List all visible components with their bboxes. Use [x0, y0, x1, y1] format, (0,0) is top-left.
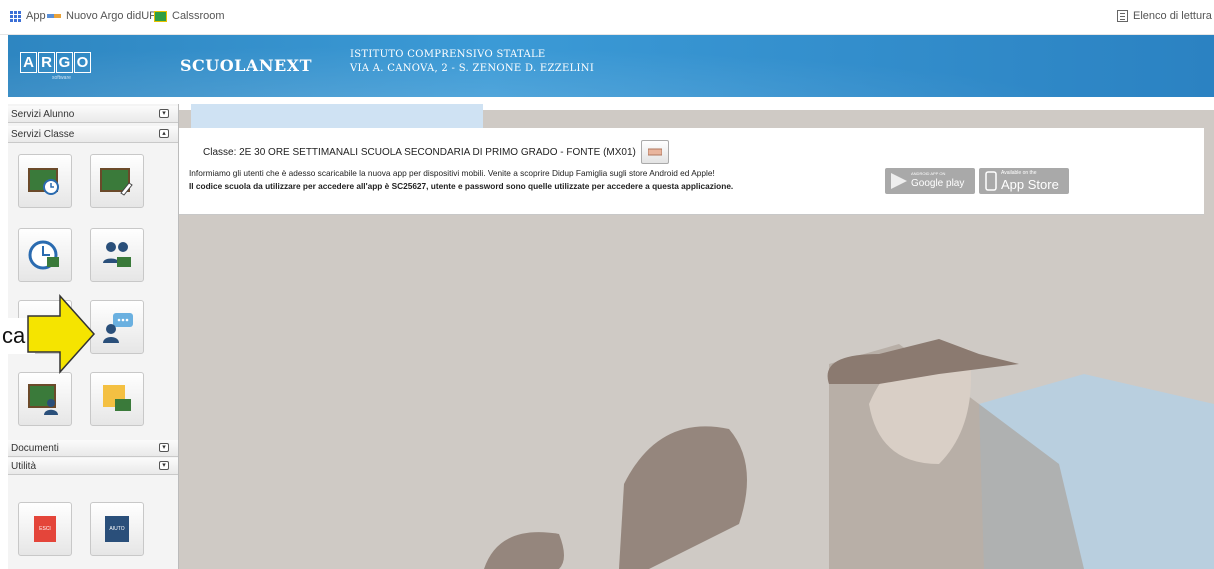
school-code-line: Il codice scuola da utilizzare per acced… — [189, 181, 734, 191]
exit-button: ESCI — [34, 516, 56, 542]
expand-icon[interactable]: ▾ — [159, 461, 169, 470]
school-info: ISTITUTO COMPRENSIVO STATALE VIA A. CANO… — [350, 48, 594, 76]
registro-valutazioni-tile[interactable] — [90, 154, 144, 208]
apps-grid-icon — [10, 10, 21, 22]
help-tile[interactable]: AIUTO — [90, 502, 144, 556]
orario-tile[interactable] — [18, 228, 72, 282]
logo-letter: R — [38, 52, 55, 73]
product-name: SCUOLANEXT — [180, 56, 312, 75]
expand-icon[interactable]: ▾ — [159, 443, 169, 452]
section-label: Documenti — [11, 442, 59, 454]
argo-bookmark-icon — [47, 14, 61, 18]
argo-logo: A R G O — [20, 52, 91, 73]
section-servizi-classe[interactable]: Servizi Classe ▴ — [8, 126, 178, 143]
bookmark-apps-label: App — [26, 10, 46, 22]
google-play-small: ANDROID APP ON — [911, 171, 946, 176]
alunni-tile[interactable] — [90, 228, 144, 282]
class-label: Classe: 2E 30 ORE SETTIMANALI SCUOLA SEC… — [203, 146, 636, 158]
phone-icon — [985, 171, 997, 191]
bacheca-tile[interactable] — [90, 300, 144, 354]
exit-tile[interactable]: ESCI — [18, 502, 72, 556]
logo-subtitle: software — [52, 75, 71, 81]
bookmark-argo-didup[interactable]: Nuovo Argo didUP — [47, 10, 157, 22]
app-store-badge[interactable]: Available on the App Store — [979, 168, 1069, 194]
docenti-tile[interactable] — [18, 372, 72, 426]
section-label: Servizi Classe — [11, 128, 75, 140]
registro-attivita-tile[interactable] — [18, 154, 72, 208]
section-documenti[interactable]: Documenti ▾ — [8, 440, 178, 457]
section-label: Servizi Alunno — [11, 108, 75, 120]
google-play-badge[interactable]: ANDROID APP ON Google play — [885, 168, 975, 194]
collapse-icon[interactable]: ▴ — [159, 129, 169, 138]
chat-user-icon — [103, 313, 133, 343]
logo-letter: A — [20, 52, 37, 73]
reading-list-label: Elenco di lettura — [1133, 10, 1212, 22]
app-store-label: App Store — [1001, 177, 1059, 192]
teacher-board-icon — [28, 384, 58, 415]
change-class-button[interactable] — [640, 140, 669, 164]
app-header: A R G O software SCUOLANEXT ISTITUTO COM… — [8, 35, 1214, 97]
sticky-note-icon — [103, 385, 131, 411]
students-icon — [103, 242, 131, 267]
note-tile[interactable] — [90, 372, 144, 426]
help-button: AIUTO — [105, 516, 129, 542]
reading-list[interactable]: Elenco di lettura — [1117, 10, 1212, 22]
logo-letter: O — [74, 52, 91, 73]
yellow-arrow-icon — [27, 294, 96, 374]
info-panel: Classe: 2E 30 ORE SETTIMANALI SCUOLA SEC… — [179, 128, 1204, 215]
board-clock-icon — [28, 168, 59, 195]
class-switch-icon — [647, 148, 662, 156]
bookmark-apps[interactable]: App — [10, 10, 46, 22]
board-pencil-icon — [100, 168, 133, 196]
school-address: VIA A. CANOVA, 2 - S. ZENONE D. EZZELINI — [350, 63, 595, 74]
app-notice: Informiamo gli utenti che è adesso scari… — [189, 168, 715, 178]
clock-icon — [28, 240, 59, 270]
section-utilita[interactable]: Utilità ▾ — [8, 458, 178, 475]
logo-letter: G — [56, 52, 73, 73]
app-store-small: Available on the — [1001, 170, 1037, 176]
bookmark-classroom-label: Calssroom — [172, 10, 225, 22]
expand-icon[interactable]: ▾ — [159, 109, 169, 118]
reading-list-icon — [1117, 10, 1128, 22]
classroom-bookmark-icon — [154, 10, 167, 22]
play-icon — [891, 173, 907, 189]
bookmarks-bar: App Nuovo Argo didUP Calssroom Elenco di… — [0, 0, 1214, 35]
section-servizi-alunno[interactable]: Servizi Alunno ▾ — [8, 106, 178, 123]
bookmark-classroom[interactable]: Calssroom — [154, 10, 225, 22]
main-content: Classe: 2E 30 ORE SETTIMANALI SCUOLA SEC… — [179, 104, 1214, 569]
section-label: Utilità — [11, 460, 37, 472]
class-line: Classe: 2E 30 ORE SETTIMANALI SCUOLA SEC… — [203, 140, 669, 164]
bookmark-argo-label: Nuovo Argo didUP — [66, 10, 157, 22]
google-play-label: Google play — [911, 178, 965, 189]
school-name: ISTITUTO COMPRENSIVO STATALE — [350, 49, 546, 60]
